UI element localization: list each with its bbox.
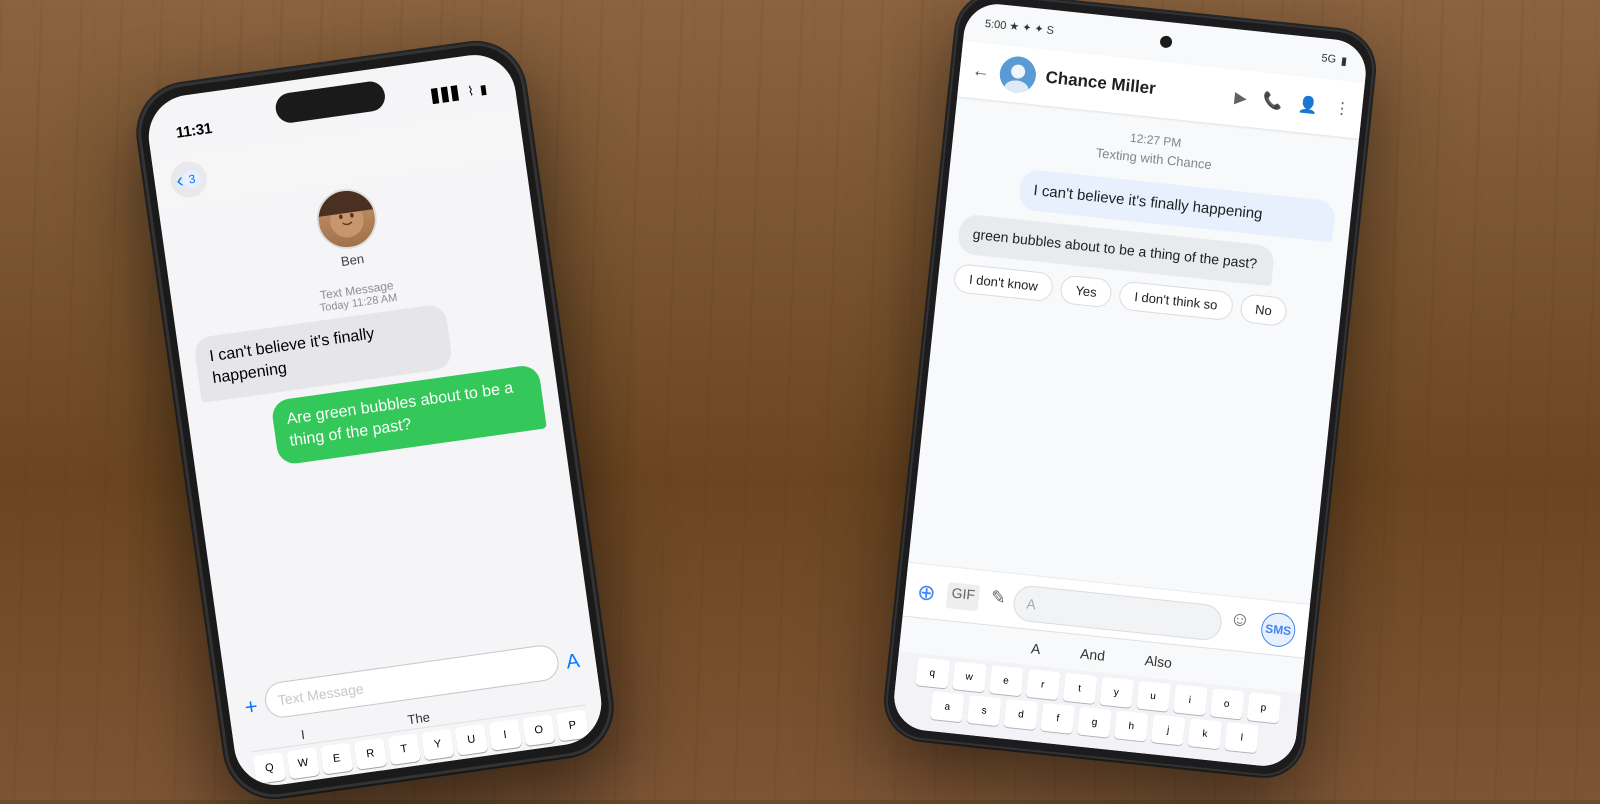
akey-y[interactable]: y bbox=[1099, 677, 1134, 708]
akey-h[interactable]: h bbox=[1114, 710, 1149, 741]
back-badge: 3 bbox=[182, 169, 202, 189]
android-phone-icon[interactable]: 📞 bbox=[1262, 90, 1284, 112]
received-message-text: I can't believe it's finally happening bbox=[208, 325, 375, 387]
android-back-button[interactable]: ← bbox=[971, 59, 991, 82]
akey-k[interactable]: k bbox=[1188, 718, 1223, 749]
akey-s[interactable]: s bbox=[967, 695, 1002, 726]
iphone-status-icons: ▋▋▋ ⌇ ▮ bbox=[431, 81, 488, 105]
android-battery-icon: ▮ bbox=[1340, 54, 1347, 68]
android-letter-icon: A bbox=[1026, 595, 1037, 612]
key-e[interactable]: E bbox=[320, 743, 354, 775]
akey-a[interactable]: a bbox=[930, 691, 965, 722]
wifi-icon: ⌇ bbox=[467, 83, 476, 100]
key-i[interactable]: I bbox=[488, 719, 522, 751]
akey-j[interactable]: j bbox=[1151, 714, 1186, 745]
suggestion-1[interactable]: I bbox=[300, 727, 306, 742]
suggestion-also[interactable]: Also bbox=[1144, 652, 1173, 671]
android-input-left-icons: ⊕ GIF ✎ bbox=[916, 578, 1007, 613]
key-o[interactable]: O bbox=[522, 714, 556, 746]
akey-r[interactable]: r bbox=[1025, 669, 1060, 700]
message-input-placeholder: Text Message bbox=[277, 680, 365, 708]
android-edit-icon[interactable]: ✎ bbox=[989, 586, 1007, 613]
key-y[interactable]: Y bbox=[421, 728, 455, 760]
akey-q[interactable]: q bbox=[915, 657, 950, 688]
apps-icon[interactable]: A bbox=[565, 649, 581, 674]
akey-f[interactable]: f bbox=[1040, 703, 1075, 734]
akey-t[interactable]: t bbox=[1062, 673, 1097, 704]
akey-p[interactable]: p bbox=[1246, 692, 1281, 723]
add-content-icon[interactable]: + bbox=[243, 693, 259, 721]
akey-l[interactable]: l bbox=[1224, 722, 1259, 753]
sent-message-text: Are green bubbles about to be a thing of… bbox=[286, 379, 515, 450]
akey-u[interactable]: u bbox=[1136, 681, 1171, 712]
akey-w[interactable]: w bbox=[952, 661, 987, 692]
key-q[interactable]: Q bbox=[253, 752, 287, 784]
android-more-icon[interactable]: ⋮ bbox=[1333, 98, 1351, 120]
suggestion-and[interactable]: And bbox=[1079, 645, 1105, 664]
akey-g[interactable]: g bbox=[1077, 707, 1112, 738]
android-input-right-icons: ☺ SMS bbox=[1227, 607, 1297, 648]
android-contact-name: Chance Miller bbox=[1045, 68, 1226, 107]
key-p[interactable]: P bbox=[556, 710, 590, 742]
sender-avatar bbox=[313, 185, 381, 253]
akey-i[interactable]: i bbox=[1173, 684, 1208, 715]
reply-chip-2[interactable]: Yes bbox=[1059, 274, 1113, 308]
reply-chip-1[interactable]: I don't know bbox=[953, 263, 1054, 302]
key-w[interactable]: W bbox=[286, 747, 320, 779]
android-send-sms-icon[interactable]: SMS bbox=[1260, 611, 1297, 648]
reply-chip-3[interactable]: I don't think so bbox=[1118, 280, 1234, 321]
android-header-action-icons: ▶ 📞 👤 ⋮ bbox=[1233, 87, 1351, 119]
android-add-icon[interactable]: ⊕ bbox=[916, 578, 937, 606]
avatar-face bbox=[315, 187, 378, 250]
reply-chip-4[interactable]: No bbox=[1239, 293, 1288, 327]
android-sent-text: I can't believe it's finally happening bbox=[1033, 182, 1264, 223]
android-signal-icon: 5G bbox=[1321, 52, 1337, 65]
android-video-icon[interactable]: ▶ bbox=[1233, 87, 1247, 108]
key-r[interactable]: R bbox=[354, 738, 388, 770]
android-device: 5:00 ★ ✦ ✦ S 5G ▮ ← Chance Miller ▶ 📞 bbox=[882, 0, 1378, 780]
suggestion-3[interactable] bbox=[532, 695, 534, 710]
android-messages-area: 12:27 PM Texting with Chance I can't bel… bbox=[912, 96, 1359, 570]
suggestion-2[interactable]: The bbox=[407, 709, 431, 727]
android-people-icon[interactable]: 👤 bbox=[1297, 94, 1319, 116]
android-screen: 5:00 ★ ✦ ✦ S 5G ▮ ← Chance Miller ▶ 📞 bbox=[891, 1, 1369, 769]
iphone-back-button[interactable]: ‹ 3 bbox=[168, 159, 209, 200]
battery-icon: ▮ bbox=[479, 81, 488, 98]
android-status-left: 5:00 ★ ✦ ✦ S bbox=[984, 16, 1054, 36]
sender-name: Ben bbox=[340, 251, 365, 269]
key-t[interactable]: T bbox=[387, 733, 421, 765]
signal-icon: ▋▋▋ bbox=[431, 85, 463, 105]
android-emoji-icon[interactable]: ☺ bbox=[1227, 607, 1251, 643]
akey-o[interactable]: o bbox=[1209, 688, 1244, 719]
key-u[interactable]: U bbox=[455, 724, 489, 756]
android-status-icons: 5G ▮ bbox=[1321, 52, 1348, 68]
akey-e[interactable]: e bbox=[989, 665, 1024, 696]
suggestion-a[interactable]: A bbox=[1030, 640, 1041, 657]
iphone-time: 11:31 bbox=[175, 119, 213, 141]
android-gif-icon[interactable]: GIF bbox=[946, 582, 980, 611]
iphone-messages-area: Text Message Today 11:28 AM I can't beli… bbox=[171, 248, 591, 682]
android-contact-avatar bbox=[998, 55, 1038, 95]
android-avatar-svg bbox=[998, 55, 1038, 95]
akey-d[interactable]: d bbox=[1004, 699, 1039, 730]
android-received-text: green bubbles about to be a thing of the… bbox=[972, 226, 1258, 272]
